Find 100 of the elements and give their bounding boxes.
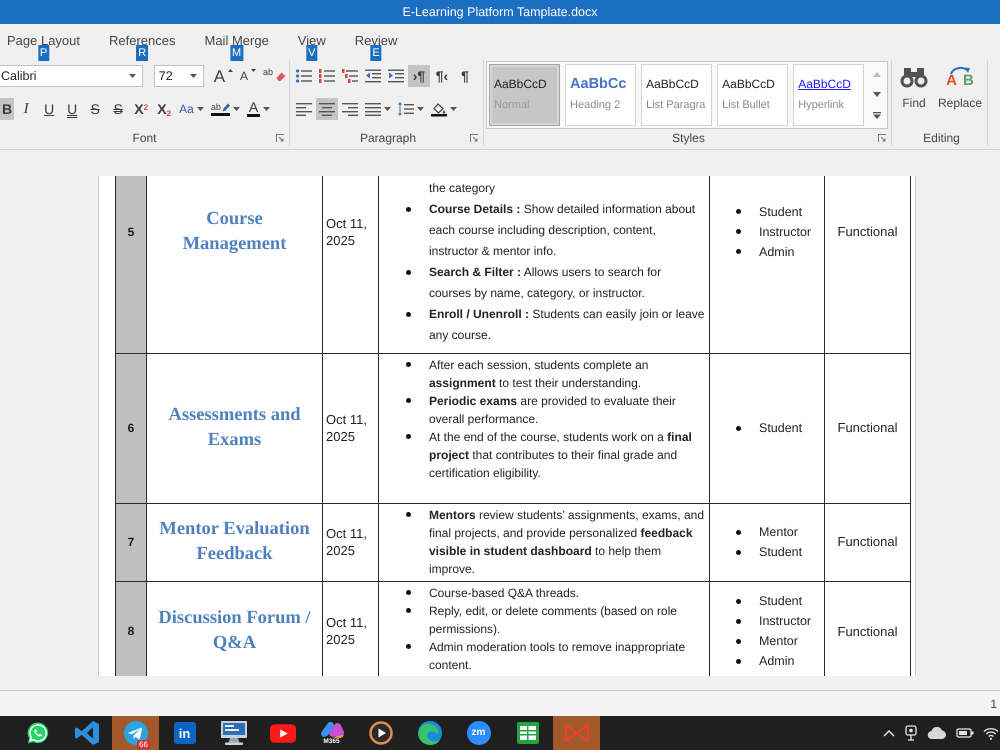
align-right-icon — [342, 102, 358, 116]
gallery-more-icon[interactable] — [873, 112, 882, 118]
style-item[interactable]: AaBbCcD List Bullet — [717, 64, 788, 126]
row-number-cell: 7 — [116, 503, 146, 581]
bullet-icon — [736, 658, 741, 664]
battery-icon[interactable] — [956, 727, 974, 739]
change-case-button[interactable]: Aa — [176, 98, 207, 120]
description-text: the category — [429, 180, 496, 197]
keytip: E — [370, 45, 382, 61]
shrink-font-button[interactable]: A — [237, 65, 260, 87]
strikethrough-button[interactable]: S — [84, 98, 106, 120]
subscript-button[interactable]: X$_{2}$ — [153, 98, 176, 120]
bullet-icon — [736, 229, 741, 234]
sheet-tile-icon[interactable] — [516, 722, 538, 744]
page-number: 1 — [990, 696, 997, 712]
bullet-icon — [736, 598, 741, 604]
align-left-icon — [296, 102, 312, 116]
line-spacing-icon — [398, 102, 414, 116]
type-text: Functional — [836, 622, 898, 640]
description-text: At the end of the course, students work on a final project that contributes to their final grade and certification eligibility. — [429, 428, 693, 482]
row-number-cell: 6 — [116, 353, 146, 503]
highlight-button[interactable]: ab — [208, 98, 243, 120]
role-text: Student — [759, 544, 802, 561]
arrow-up-icon — [228, 69, 234, 72]
increase-indent-icon — [388, 69, 404, 83]
numbered-list-icon — [319, 69, 335, 83]
dialog-launcher-icon[interactable] — [878, 134, 886, 142]
keytip: P — [38, 45, 50, 61]
swirl-icon[interactable] — [320, 722, 344, 738]
role-text: Mentor — [759, 633, 798, 650]
role-text: Admin — [759, 653, 794, 670]
wave-circle-icon[interactable] — [418, 721, 442, 745]
dialog-launcher-icon[interactable] — [276, 134, 284, 142]
bullet-icon — [736, 618, 741, 624]
caret-icon — [128, 74, 136, 78]
wifi-icon[interactable] — [983, 726, 999, 740]
bullet-icon — [736, 550, 741, 554]
date-text: Oct 11, 2025 — [325, 214, 368, 249]
description-text: Periodic exams are provided to evaluate their overall performance. — [429, 392, 677, 428]
description-text: After each session, students complete an assignment to test their understanding. — [429, 356, 650, 392]
multilevel-list-icon — [342, 69, 358, 83]
webcam-icon[interactable] — [904, 725, 918, 741]
align-center-button[interactable] — [316, 98, 338, 120]
bullet-icon — [736, 426, 741, 430]
feature-title: Assessments and Exams — [167, 404, 302, 452]
paint-bucket-icon — [431, 102, 447, 116]
role-text: Admin — [759, 244, 794, 261]
font-size-dropdown[interactable]: 72 — [154, 65, 204, 87]
row-number-cell: 5 — [116, 176, 146, 353]
right-to-left-button[interactable]: ¶‹ — [431, 65, 453, 87]
clear-formatting-button[interactable]: ab — [260, 65, 290, 87]
scroll-down-icon[interactable] — [873, 92, 882, 96]
folded-ribbon-icon[interactable] — [74, 721, 98, 745]
font-color-button[interactable]: A — [244, 98, 274, 120]
taskbar-button[interactable]: 66 — [112, 716, 159, 750]
style-item[interactable]: AaBbCc Heading 2 — [565, 64, 636, 126]
style-item[interactable]: AaBbCcD Hyperlink — [793, 64, 864, 126]
left-to-right-button[interactable]: ›¶ — [408, 65, 430, 87]
role-text: Instructor — [759, 224, 812, 241]
arrow-down-icon — [251, 69, 256, 72]
style-item[interactable]: AaBbCcD List Paragra — [641, 64, 712, 126]
description-text: Course Details : Show detailed information about each course including description, content, instructor & mentor info. — [429, 201, 696, 260]
role-text: Instructor — [759, 613, 812, 630]
feature-title: Mentor Evaluation Feedback — [158, 518, 311, 566]
double-underline-button[interactable]: U — [61, 98, 84, 120]
bullet-icon — [736, 209, 741, 214]
font-name-dropdown[interactable]: Calibri — [0, 65, 143, 87]
notification-count: 66 — [137, 740, 150, 749]
play-circle-icon[interactable] — [368, 721, 392, 745]
keytip: M — [230, 45, 244, 61]
description-text: Enroll / Unenroll : Students can easily join or leave any course. — [429, 306, 706, 344]
binoculars-icon — [899, 66, 929, 88]
phone-bubble-icon[interactable] — [26, 721, 50, 745]
dialog-launcher-icon[interactable] — [470, 134, 478, 142]
grow-font-button[interactable]: A — [210, 65, 236, 87]
cloud-icon[interactable] — [927, 727, 947, 739]
window-title: E-Learning Platform Tamplate.docx — [402, 4, 598, 21]
bullet-icon — [736, 530, 741, 534]
caret-icon — [190, 74, 197, 78]
italic-button[interactable]: I — [15, 98, 38, 120]
monitor-icon[interactable] — [220, 721, 246, 745]
find-button[interactable]: Find — [896, 66, 932, 112]
description-text: Reply, edit, or delete comments (based on role permissions). — [429, 602, 678, 638]
bold-button[interactable]: B — [0, 98, 14, 120]
justify-icon — [365, 102, 381, 116]
group-label: Font — [132, 130, 156, 147]
underline-button[interactable]: U — [38, 98, 60, 120]
description-text: Admin moderation tools to remove inappropriate content. — [429, 638, 686, 674]
chevron-up-icon[interactable] — [883, 730, 895, 736]
date-text: Oct 11, 2025 — [325, 614, 368, 648]
align-center-icon — [319, 102, 335, 116]
type-text: Functional — [836, 419, 898, 438]
letter-tile-icon[interactable]: in — [174, 722, 196, 744]
superscript-button[interactable]: X$^{2}$ — [130, 98, 152, 120]
type-text: Functional — [836, 223, 898, 241]
show-marks-button[interactable]: ¶ — [454, 65, 476, 87]
feature-title: Course Management — [182, 208, 288, 256]
double-strikethrough-button[interactable]: S — [107, 98, 130, 120]
play-tile-icon[interactable] — [270, 724, 296, 742]
replace-button[interactable]: A B Replace — [935, 66, 986, 112]
